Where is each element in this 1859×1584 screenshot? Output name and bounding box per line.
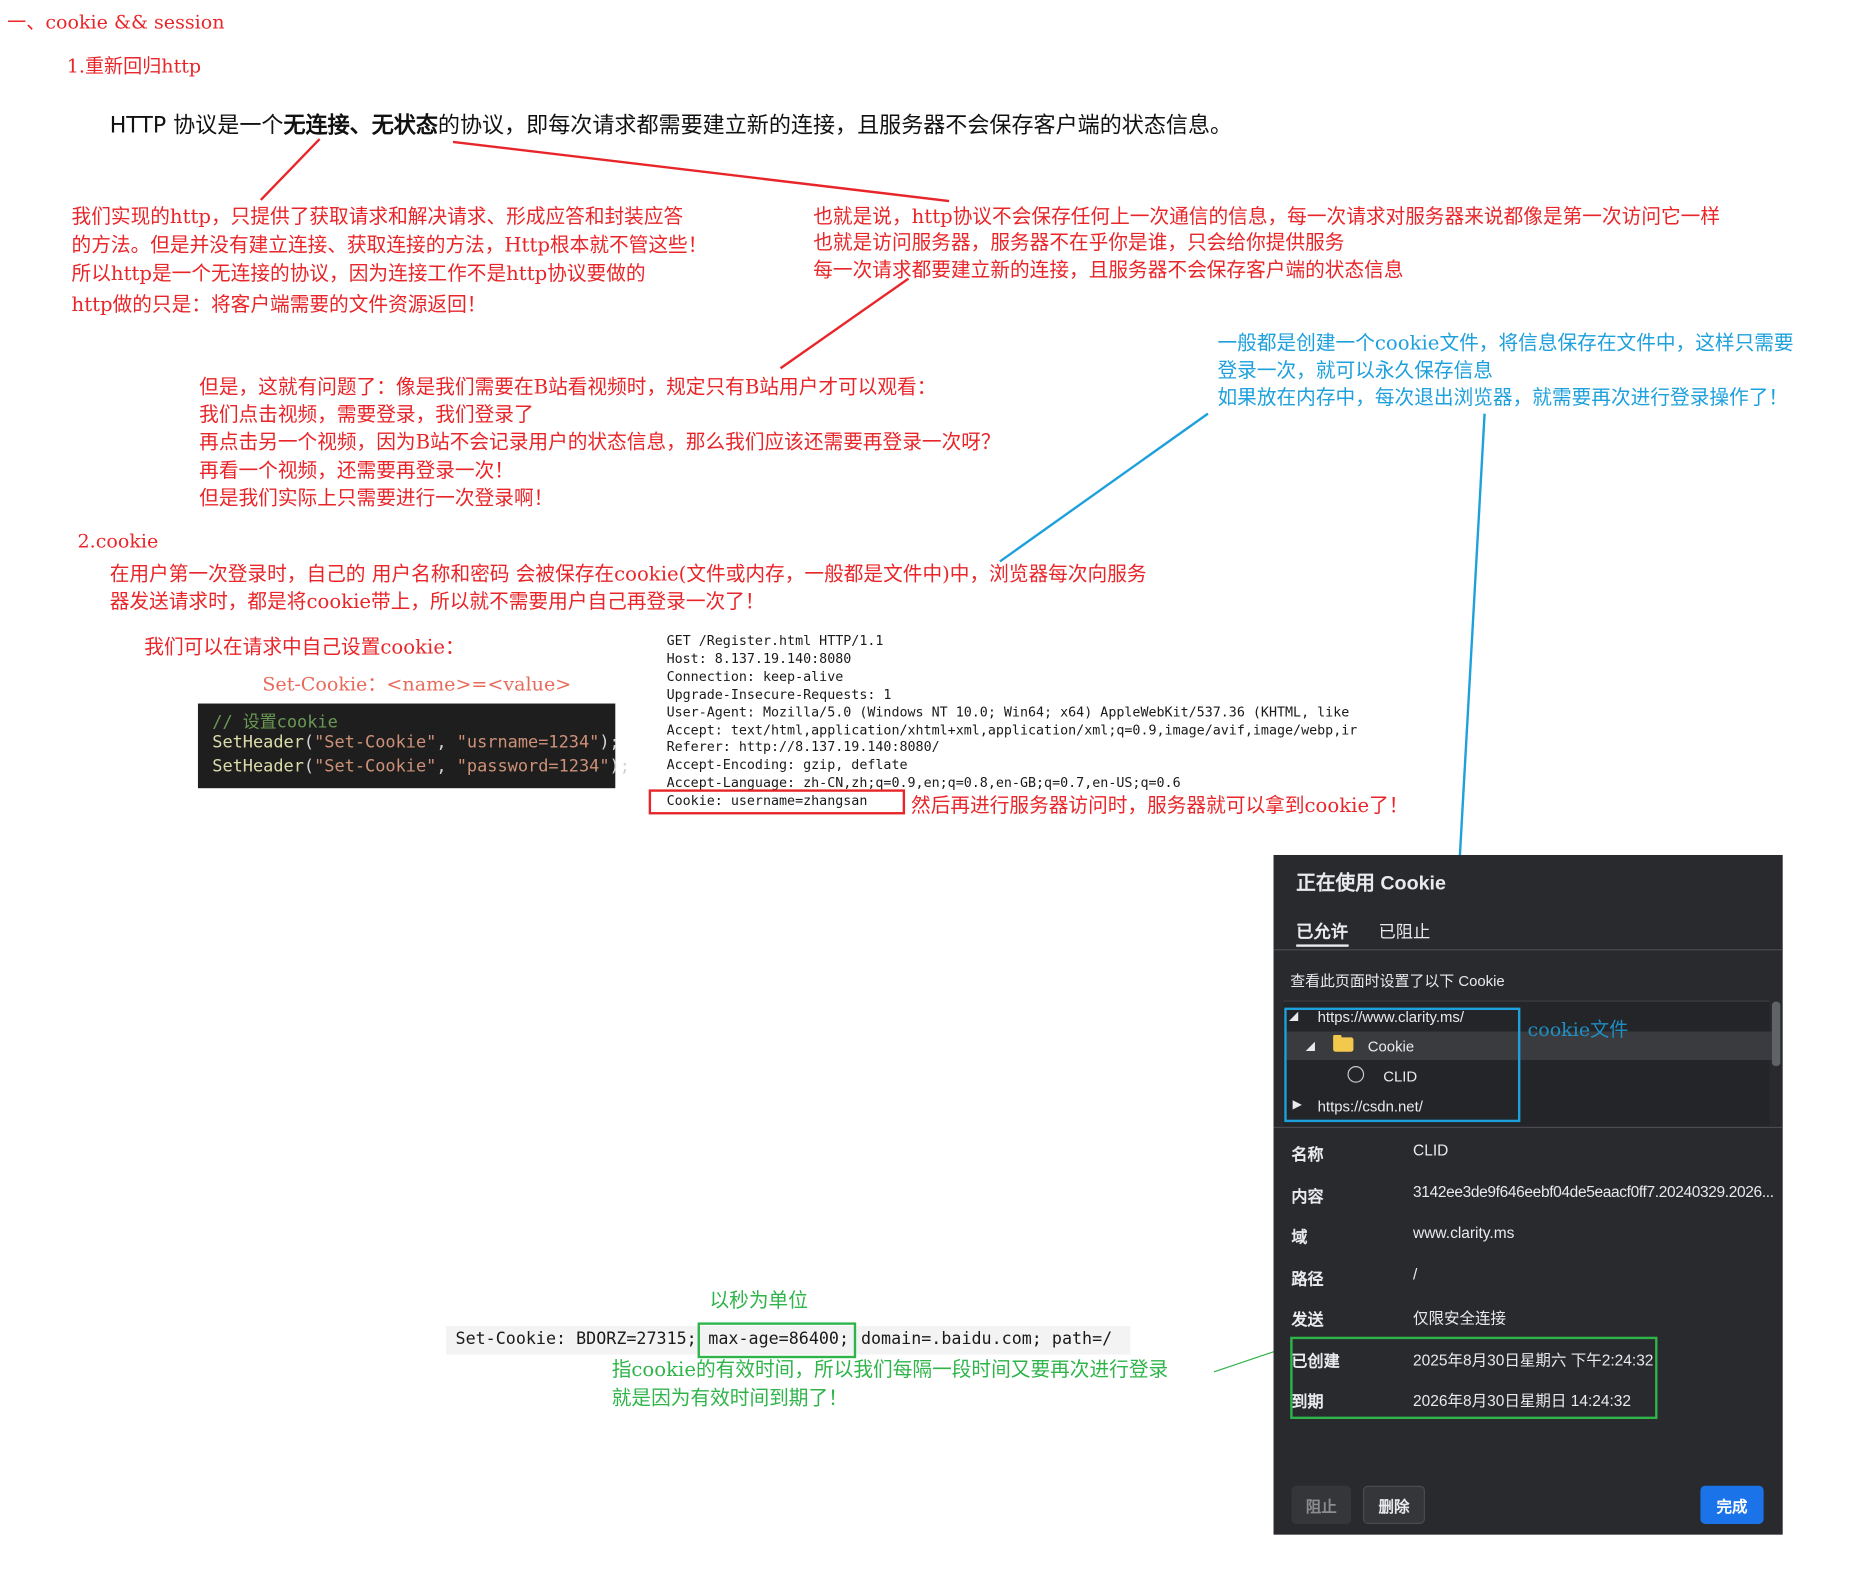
http-request-line: Connection: keep-alive <box>666 668 844 685</box>
pointer-line <box>259 138 321 201</box>
http-request-line: User-Agent: Mozilla/5.0 (Windows NT 10.0… <box>666 704 1350 721</box>
http-request-line: Referer: http://8.137.19.140:8080/ <box>666 739 940 755</box>
field-value: CLID <box>1413 1141 1449 1160</box>
done-button[interactable]: 完成 <box>1700 1485 1764 1524</box>
delete-button[interactable]: 删除 <box>1362 1485 1425 1524</box>
field-label: 路径 <box>1291 1269 1324 1288</box>
field-label: 域 <box>1291 1228 1308 1247</box>
note-line: 在用户第一次登录时，自己的 用户名称和密码 会被保存在cookie(文件或内存，… <box>109 562 1147 586</box>
note-line: 的方法。但是并没有建立连接、获取连接的方法，Http根本就不管这些！ <box>71 233 708 257</box>
cookie-highlight-box <box>648 789 906 815</box>
http-request-line: Accept: text/html,application/xhtml+xml,… <box>666 722 1358 739</box>
note-line: 器发送请求时，都是将cookie带上，所以就不需要用户自己再登录一次了！ <box>109 590 765 613</box>
http-request-line: Upgrade-Insecure-Requests: 1 <box>666 686 892 703</box>
note-line: 也就是访问服务器，服务器不在乎你是谁，只会给你提供服务 <box>813 231 1345 254</box>
set-cookie-part: Set-Cookie: BDORZ=27315; <box>455 1329 697 1349</box>
code-string: "usrname=1234" <box>456 733 600 753</box>
pointer-line <box>779 277 910 370</box>
note-line: 我们实现的http，只提供了获取请求和解决请求、形成应答和封装应答 <box>71 205 684 228</box>
seconds-note: 以秒为单位 <box>709 1289 808 1312</box>
field-value: 3142ee3de9f646eebf04de5eaacf0ff7.2024032… <box>1413 1182 1774 1201</box>
expire-note-line: 就是因为有效时间到期了！ <box>611 1386 848 1410</box>
code-punct: , <box>436 757 457 777</box>
code-snippet: // 设置cookie SetHeader("Set-Cookie", "usr… <box>197 703 630 789</box>
tab-blocked[interactable]: 已阻止 <box>1378 918 1430 943</box>
code-comment: // 设置cookie <box>212 713 338 733</box>
section-title-http: 1.重新回归http <box>66 54 202 78</box>
code-string: "password=1234" <box>456 757 610 777</box>
intro-text-c: 的协议，即每次请求都需要建立新的连接，且服务器不会保存客户端的状态信息。 <box>437 113 1233 139</box>
http-request-line: GET /Register.html HTTP/1.1 <box>666 633 884 649</box>
pointer-line <box>999 412 1209 563</box>
divider <box>1273 1126 1783 1129</box>
cookie-file-highlight-box <box>1284 1007 1521 1123</box>
code-punct: ); <box>599 733 620 753</box>
note-line: 也就是说，http协议不会保存任何上一次通信的信息，每一次请求对服务器来说都像是… <box>813 205 1721 228</box>
note-line: 我们点击视频，需要登录，我们登录了 <box>199 403 534 426</box>
note-line: 一般都是创建一个cookie文件，将信息保存在文件中，这样只需要 <box>1217 331 1794 355</box>
note-line: 每一次请求都要建立新的连接，且服务器不会保存客户端的状态信息 <box>813 258 1404 282</box>
code-punct: ( <box>303 757 315 777</box>
code-punct: , <box>436 733 457 753</box>
http-request-line: Accept-Language: zh-CN,zh;q=0.9,en;q=0.8… <box>666 775 1181 791</box>
code-fn: SetHeader <box>212 733 304 753</box>
code-punct: ); <box>609 757 630 777</box>
dialog-title: 正在使用 Cookie <box>1296 872 1446 895</box>
dates-highlight-box <box>1290 1336 1658 1420</box>
tree-scrollbar[interactable] <box>1771 1001 1781 1067</box>
code-fn: SetHeader <box>212 757 304 777</box>
set-cookie-self-note: 我们可以在请求中自己设置cookie： <box>144 635 465 659</box>
block-button[interactable]: 阻止 <box>1291 1485 1352 1524</box>
field-value: / <box>1413 1265 1418 1284</box>
http-request-line: Accept-Encoding: gzip, deflate <box>666 757 908 773</box>
set-cookie-part: domain=.baidu.com; path=/ <box>860 1329 1113 1349</box>
note-line: 所以http是一个无连接的协议，因为连接工作不是http协议要做的 <box>71 262 646 285</box>
note-line: 但是，这就有问题了：像是我们需要在B站看视频时，规定只有B站用户才可以观看： <box>199 375 937 399</box>
code-string: "Set-Cookie" <box>314 757 437 777</box>
section-title-cookie: 2.cookie <box>77 529 159 553</box>
code-line: SetHeader("Set-Cookie", "usrname=1234"); <box>212 733 619 752</box>
field-label: 内容 <box>1291 1187 1324 1206</box>
note-line: http做的只是：将客户端需要的文件资源返回！ <box>71 293 487 316</box>
field-value: www.clarity.ms <box>1413 1223 1515 1242</box>
dialog-description: 查看此页面时设置了以下 Cookie <box>1290 973 1505 990</box>
field-label: 名称 <box>1291 1145 1324 1164</box>
pointer-line <box>452 140 950 203</box>
code-string: "Set-Cookie" <box>314 733 437 753</box>
cookie-file-label: cookie文件 <box>1527 1018 1629 1042</box>
expire-note-line: 指cookie的有效时间，所以我们每隔一段时间又要再次进行登录 <box>611 1358 1169 1381</box>
doc-heading: 一、cookie && session <box>7 10 225 34</box>
http-intro: HTTP 协议是一个无连接、无状态的协议，即每次请求都需要建立新的连接，且服务器… <box>109 113 1233 139</box>
cookies-in-use-dialog: 正在使用 Cookie 已允许 已阻止 查看此页面时设置了以下 Cookie ◢… <box>1273 854 1783 1535</box>
note-line: 再点击另一个视频，因为B站不会记录用户的状态信息，那么我们应该还需要再登录一次呀… <box>199 430 1001 454</box>
intro-text-a: HTTP 协议是一个 <box>109 113 284 139</box>
field-label: 发送 <box>1291 1310 1324 1329</box>
after-note: 然后再进行服务器访问时，服务器就可以拿到cookie了！ <box>911 794 1409 817</box>
intro-bold: 无连接、无状态 <box>283 113 438 139</box>
max-age-highlight-box <box>697 1322 857 1359</box>
note-line: 登录一次，就可以永久保存信息 <box>1217 358 1493 382</box>
http-request-line: Host: 8.137.19.140:8080 <box>666 651 852 667</box>
code-line: SetHeader("Set-Cookie", "password=1234")… <box>212 757 630 776</box>
note-line: 如果放在内存中，每次退出浏览器，就需要再次进行登录操作了！ <box>1217 386 1789 410</box>
note-line: 再看一个视频，还需要再登录一次！ <box>199 459 514 482</box>
field-value: 仅限安全连接 <box>1413 1309 1507 1328</box>
note-line: 但是我们实际上只需要进行一次登录啊！ <box>199 486 554 510</box>
code-punct: ( <box>303 733 315 753</box>
set-cookie-syntax: Set-Cookie：<name>=<value> <box>262 672 572 696</box>
divider <box>1273 949 1783 951</box>
tab-allowed[interactable]: 已允许 <box>1296 918 1349 947</box>
